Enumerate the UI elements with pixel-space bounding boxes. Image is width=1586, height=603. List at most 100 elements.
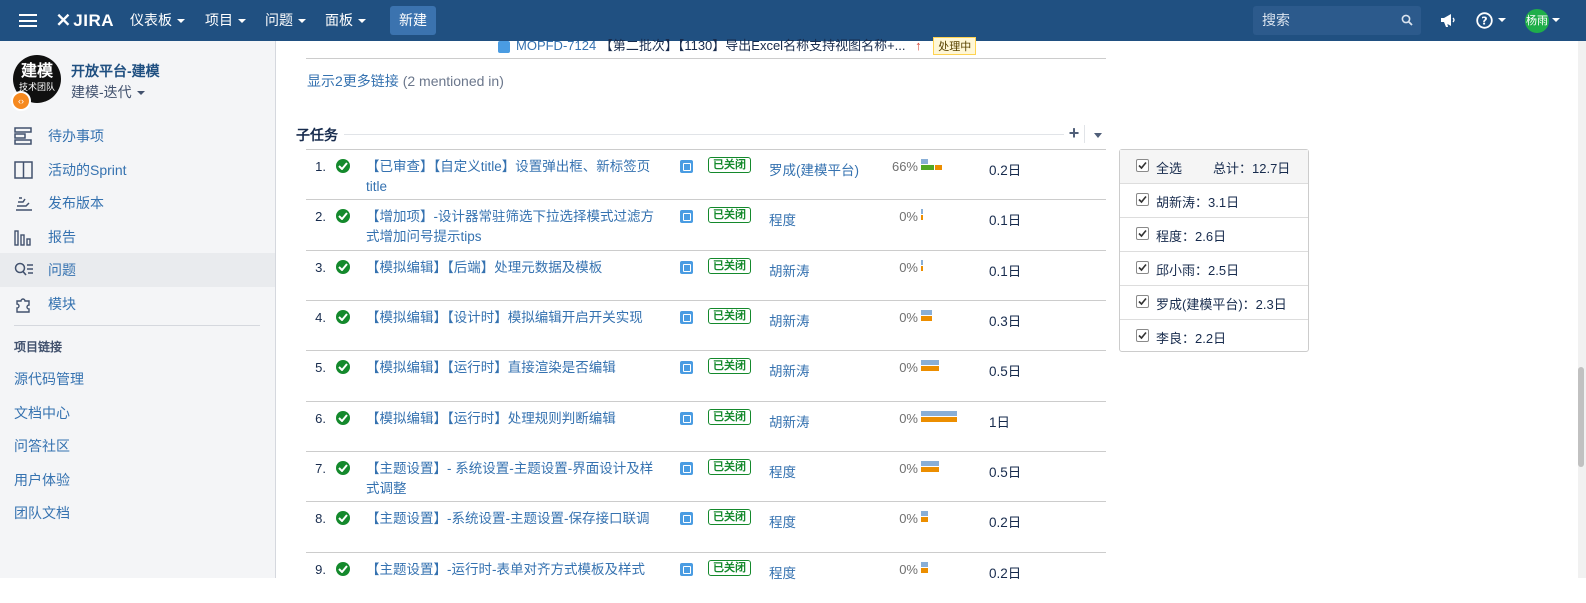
menu-boards[interactable]: 面板: [325, 0, 366, 41]
sidebar-item-label: 报告: [48, 229, 76, 245]
checkbox-checked[interactable]: [1136, 295, 1149, 308]
remaining-bar: [921, 417, 957, 422]
linked-issue-row[interactable]: MOPFD-7124 【第二批次】【1130】导出Excel名称支持视图名称+.…: [498, 35, 977, 55]
progress-percent: 0%: [899, 511, 918, 526]
assignee-filter-row[interactable]: 程度：2.6日: [1120, 217, 1308, 251]
chevron-down-icon: [358, 19, 366, 24]
chevron-down-icon: [298, 19, 306, 24]
progress-percent: 0%: [899, 310, 918, 325]
help-menu[interactable]: ?: [1476, 12, 1506, 29]
progress-percent: 0%: [899, 209, 918, 224]
project-link[interactable]: 问答社区: [14, 436, 70, 456]
project-link[interactable]: 用户体验: [14, 470, 70, 490]
sidebar-item-backlog[interactable]: 待办事项: [0, 119, 275, 153]
assignee-link[interactable]: 胡新涛: [769, 310, 810, 330]
checkbox-checked[interactable]: [1136, 329, 1149, 342]
subtask-type-icon: [680, 210, 693, 223]
project-link[interactable]: 源代码管理: [14, 369, 84, 389]
scrollbar-thumb[interactable]: [1578, 367, 1584, 467]
show-more-links[interactable]: 显示2更多链接 (2 mentioned in): [307, 71, 504, 91]
subtask-type-icon: [680, 512, 693, 525]
user-avatar[interactable]: 杨雨: [1525, 9, 1549, 33]
sidebar-item-components[interactable]: 模块: [0, 287, 275, 321]
subtask-summary-link[interactable]: 【模拟编辑】【后端】处理元数据及模板: [366, 258, 666, 278]
table-row[interactable]: 5. 【模拟编辑】【运行时】直接渲染是否编辑 已关闭 胡新涛 0% 0.5日: [306, 350, 1106, 401]
assignee-link[interactable]: 程度: [769, 209, 796, 229]
estimate-bar: [921, 159, 929, 164]
status-badge: 已关闭: [708, 409, 751, 425]
table-row[interactable]: 1. 【已审查】【自定义title】设置弹出框、新标签页title 已关闭 罗成(建模…: [306, 149, 1106, 200]
sidebar-item-active-sprint[interactable]: 活动的Sprint: [0, 153, 275, 187]
sidebar-item-label: 活动的Sprint: [48, 162, 127, 178]
table-row[interactable]: 3. 【模拟编辑】【后端】处理元数据及模板 已关闭 胡新涛 0% 0.1日: [306, 250, 1106, 301]
checkbox-checked[interactable]: [1136, 227, 1149, 240]
assignee-time-label: 罗成(建模平台)：2.3日: [1156, 297, 1287, 312]
subtask-type-icon: [680, 160, 693, 173]
subtask-summary-link[interactable]: 【模拟编辑】【运行时】直接渲染是否编辑: [366, 358, 666, 378]
assignee-filter-row[interactable]: 李良：2.2日: [1120, 319, 1308, 353]
assignee-link[interactable]: 胡新涛: [769, 411, 810, 431]
create-button[interactable]: 新建: [390, 6, 436, 35]
menu-dashboards[interactable]: 仪表板: [130, 0, 185, 41]
subtask-type-icon: [680, 361, 693, 374]
search-input[interactable]: 搜索: [1253, 6, 1421, 35]
assignee-link[interactable]: 罗成(建模平台): [769, 159, 859, 179]
chevron-down-icon[interactable]: [1094, 133, 1102, 138]
add-subtask-icon[interactable]: +: [1066, 124, 1082, 142]
resolved-check-icon: [336, 511, 350, 525]
chevron-down-icon[interactable]: [1552, 18, 1560, 22]
remaining-time: 0.3日: [989, 314, 1022, 329]
project-link[interactable]: 团队文档: [14, 503, 70, 523]
sidebar-item-reports[interactable]: 报告: [0, 220, 275, 254]
checkbox-checked[interactable]: [1136, 159, 1149, 172]
subtask-summary-link[interactable]: 【主题设置】-运行时-表单对齐方式模板及样式: [366, 560, 666, 580]
assignee-filter-row[interactable]: 邱小雨：2.5日: [1120, 251, 1308, 285]
table-row[interactable]: 7. 【主题设置】- 系统设置-主题设置-界面设计及样式调整 已关闭 程度 0% 0.5日: [306, 451, 1106, 502]
page-scrollbar[interactable]: [1578, 41, 1586, 578]
table-row[interactable]: 8. 【主题设置】-系统设置-主题设置-保存接口联调 已关闭 程度 0% 0.2日: [306, 501, 1106, 552]
subtask-summary-link[interactable]: 【已审查】【自定义title】设置弹出框、新标签页title: [366, 157, 666, 197]
assignee-filter-panel: 全选 总计：12.7日 胡新涛：3.1日 程度：2.6日 邱小雨：2.5日罗成(建模…: [1119, 149, 1309, 352]
time-tracking-bars: [921, 360, 981, 376]
sidebar-item-issues[interactable]: 问题: [0, 253, 275, 287]
assignee-link[interactable]: 程度: [769, 461, 796, 481]
megaphone-icon[interactable]: [1439, 12, 1456, 28]
assignee-link[interactable]: 胡新涛: [769, 260, 810, 280]
assignee-link[interactable]: 胡新涛: [769, 360, 810, 380]
chevron-down-icon: [136, 91, 145, 96]
checkbox-checked[interactable]: [1136, 193, 1149, 206]
remaining-bar: [921, 316, 932, 321]
assignee-filter-row[interactable]: 胡新涛：3.1日: [1120, 183, 1308, 217]
menu-icon[interactable]: [19, 14, 37, 27]
estimate-bar: [921, 209, 924, 214]
subtask-summary-link[interactable]: 【模拟编辑】【设计时】模拟编辑开启开关实现: [366, 308, 666, 328]
board-selector[interactable]: 建模-迭代: [71, 82, 145, 102]
checkbox-checked[interactable]: [1136, 261, 1149, 274]
sidebar-item-label: 待办事项: [48, 128, 104, 144]
select-all-row[interactable]: 全选 总计：12.7日: [1120, 150, 1308, 183]
subtask-type-icon: [680, 563, 693, 576]
estimate-bar: [921, 260, 924, 265]
row-number: 1.: [315, 159, 326, 174]
subtask-summary-link[interactable]: 【模拟编辑】【运行时】处理规则判断编辑: [366, 409, 666, 429]
project-link[interactable]: 文档中心: [14, 403, 70, 423]
resolved-check-icon: [336, 411, 350, 425]
subtask-summary-link[interactable]: 【主题设置】-系统设置-主题设置-保存接口联调: [366, 509, 666, 529]
priority-arrow-icon: ↑: [915, 38, 922, 53]
subtask-summary-link[interactable]: 【主题设置】- 系统设置-主题设置-界面设计及样式调整: [366, 459, 666, 499]
table-row[interactable]: 4. 【模拟编辑】【设计时】模拟编辑开启开关实现 已关闭 胡新涛 0% 0.3日: [306, 300, 1106, 351]
backlog-icon: [14, 127, 32, 145]
menu-projects[interactable]: 项目: [205, 0, 246, 41]
sidebar-item-releases[interactable]: 发布版本: [0, 186, 275, 220]
project-name[interactable]: 开放平台-建模: [71, 61, 160, 81]
assignee-link[interactable]: 程度: [769, 562, 796, 582]
linked-issue-key[interactable]: MOPFD-7124: [516, 38, 596, 53]
menu-issues[interactable]: 问题: [265, 0, 306, 41]
time-tracking-bars: [921, 461, 981, 477]
assignee-filter-row[interactable]: 罗成(建模平台)：2.3日: [1120, 285, 1308, 319]
assignee-link[interactable]: 程度: [769, 511, 796, 531]
table-row[interactable]: 2. 【增加项】-设计器常驻筛选下拉选择模式过滤方式增加问号提示tips 已关闭 程度…: [306, 199, 1106, 250]
subtask-summary-link[interactable]: 【增加项】-设计器常驻筛选下拉选择模式过滤方式增加问号提示tips: [366, 207, 666, 247]
jira-logo[interactable]: ⨯JIRA: [55, 9, 114, 31]
table-row[interactable]: 6. 【模拟编辑】【运行时】处理规则判断编辑 已关闭 胡新涛 0% 1日: [306, 401, 1106, 452]
